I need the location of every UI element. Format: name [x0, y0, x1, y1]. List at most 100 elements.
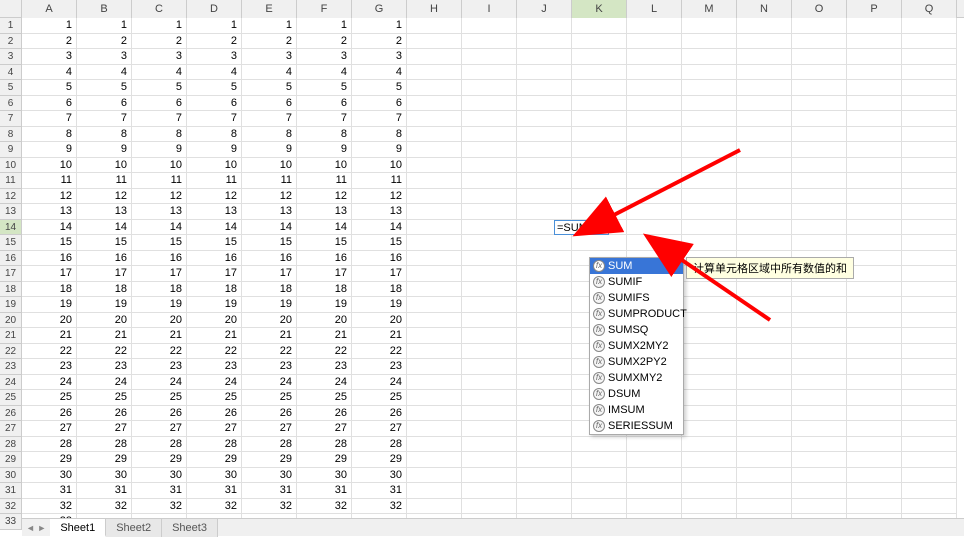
cell[interactable]: 1 [242, 18, 297, 34]
cell[interactable] [627, 437, 682, 453]
cell[interactable] [517, 406, 572, 422]
cell[interactable] [902, 390, 957, 406]
cell[interactable] [792, 328, 847, 344]
cell[interactable] [737, 204, 792, 220]
cell[interactable]: 28 [242, 437, 297, 453]
col-header-F[interactable]: F [297, 0, 352, 18]
cell[interactable] [407, 421, 462, 437]
cell[interactable] [847, 452, 902, 468]
cell[interactable]: 5 [297, 80, 352, 96]
cell[interactable]: 27 [22, 421, 77, 437]
cell[interactable]: 29 [132, 452, 187, 468]
cell[interactable] [407, 468, 462, 484]
cell[interactable] [792, 499, 847, 515]
cell[interactable] [407, 111, 462, 127]
cell[interactable]: 29 [242, 452, 297, 468]
cell[interactable] [737, 297, 792, 313]
row-header-9[interactable]: 9 [0, 142, 22, 158]
cell[interactable]: 6 [187, 96, 242, 112]
cell[interactable]: 6 [242, 96, 297, 112]
cell[interactable] [792, 173, 847, 189]
cell[interactable] [407, 297, 462, 313]
col-header-C[interactable]: C [132, 0, 187, 18]
cell[interactable]: 9 [187, 142, 242, 158]
autocomplete-item[interactable]: fxSUM [590, 258, 683, 274]
cell[interactable] [847, 390, 902, 406]
cell[interactable] [407, 483, 462, 499]
autocomplete-item[interactable]: fxSUMX2MY2 [590, 338, 683, 354]
cell[interactable] [627, 142, 682, 158]
cell[interactable]: 30 [77, 468, 132, 484]
cell[interactable]: 12 [242, 189, 297, 205]
cell[interactable] [847, 204, 902, 220]
col-header-O[interactable]: O [792, 0, 847, 18]
col-header-I[interactable]: I [462, 0, 517, 18]
cell[interactable] [572, 65, 627, 81]
col-header-M[interactable]: M [682, 0, 737, 18]
cell[interactable] [572, 18, 627, 34]
cell[interactable] [682, 65, 737, 81]
cell[interactable]: 27 [297, 421, 352, 437]
cell[interactable] [572, 468, 627, 484]
cell[interactable] [792, 158, 847, 174]
sheet-tab[interactable]: Sheet1 [50, 519, 106, 537]
cell[interactable] [627, 173, 682, 189]
cell[interactable] [462, 266, 517, 282]
cell[interactable]: 18 [22, 282, 77, 298]
cell[interactable] [902, 468, 957, 484]
cell[interactable] [902, 220, 957, 236]
cell[interactable] [462, 483, 517, 499]
cell[interactable]: 18 [242, 282, 297, 298]
cell[interactable] [902, 34, 957, 50]
cell[interactable] [517, 189, 572, 205]
cell[interactable]: 21 [187, 328, 242, 344]
cell[interactable]: 7 [187, 111, 242, 127]
cell[interactable]: 14 [297, 220, 352, 236]
cell[interactable]: 26 [242, 406, 297, 422]
cell[interactable] [792, 297, 847, 313]
cell[interactable]: 18 [352, 282, 407, 298]
autocomplete-item[interactable]: fxSERIESSUM [590, 418, 683, 434]
cell[interactable]: 28 [22, 437, 77, 453]
cell[interactable]: 13 [352, 204, 407, 220]
cell[interactable]: 14 [352, 220, 407, 236]
cell[interactable]: 6 [297, 96, 352, 112]
cell[interactable]: 15 [132, 235, 187, 251]
cell[interactable]: 22 [352, 344, 407, 360]
cell[interactable]: 17 [297, 266, 352, 282]
cell[interactable]: 1 [352, 18, 407, 34]
cell[interactable] [682, 452, 737, 468]
cell[interactable] [682, 437, 737, 453]
cell[interactable] [902, 375, 957, 391]
cell[interactable]: 12 [352, 189, 407, 205]
cell[interactable]: 32 [22, 499, 77, 515]
cell[interactable]: 22 [187, 344, 242, 360]
cell[interactable]: 11 [187, 173, 242, 189]
cell[interactable] [847, 173, 902, 189]
cell[interactable] [902, 483, 957, 499]
cell[interactable] [572, 204, 627, 220]
cell[interactable]: 3 [132, 49, 187, 65]
cell[interactable] [902, 49, 957, 65]
cell[interactable] [462, 204, 517, 220]
cell[interactable] [517, 173, 572, 189]
cell[interactable] [572, 80, 627, 96]
cell[interactable]: 24 [242, 375, 297, 391]
cell[interactable]: 13 [132, 204, 187, 220]
cell[interactable] [792, 421, 847, 437]
cell[interactable]: 25 [77, 390, 132, 406]
cell[interactable]: 3 [242, 49, 297, 65]
col-header-N[interactable]: N [737, 0, 792, 18]
cell[interactable]: 6 [132, 96, 187, 112]
cell[interactable]: 25 [132, 390, 187, 406]
cell[interactable]: 22 [77, 344, 132, 360]
row-header-1[interactable]: 1 [0, 18, 22, 34]
cell[interactable]: 3 [22, 49, 77, 65]
cell[interactable] [517, 18, 572, 34]
cell[interactable] [847, 251, 902, 267]
cell[interactable]: 25 [297, 390, 352, 406]
cell[interactable] [737, 127, 792, 143]
cell[interactable]: 1 [132, 18, 187, 34]
cell[interactable] [682, 49, 737, 65]
cell[interactable]: 6 [352, 96, 407, 112]
